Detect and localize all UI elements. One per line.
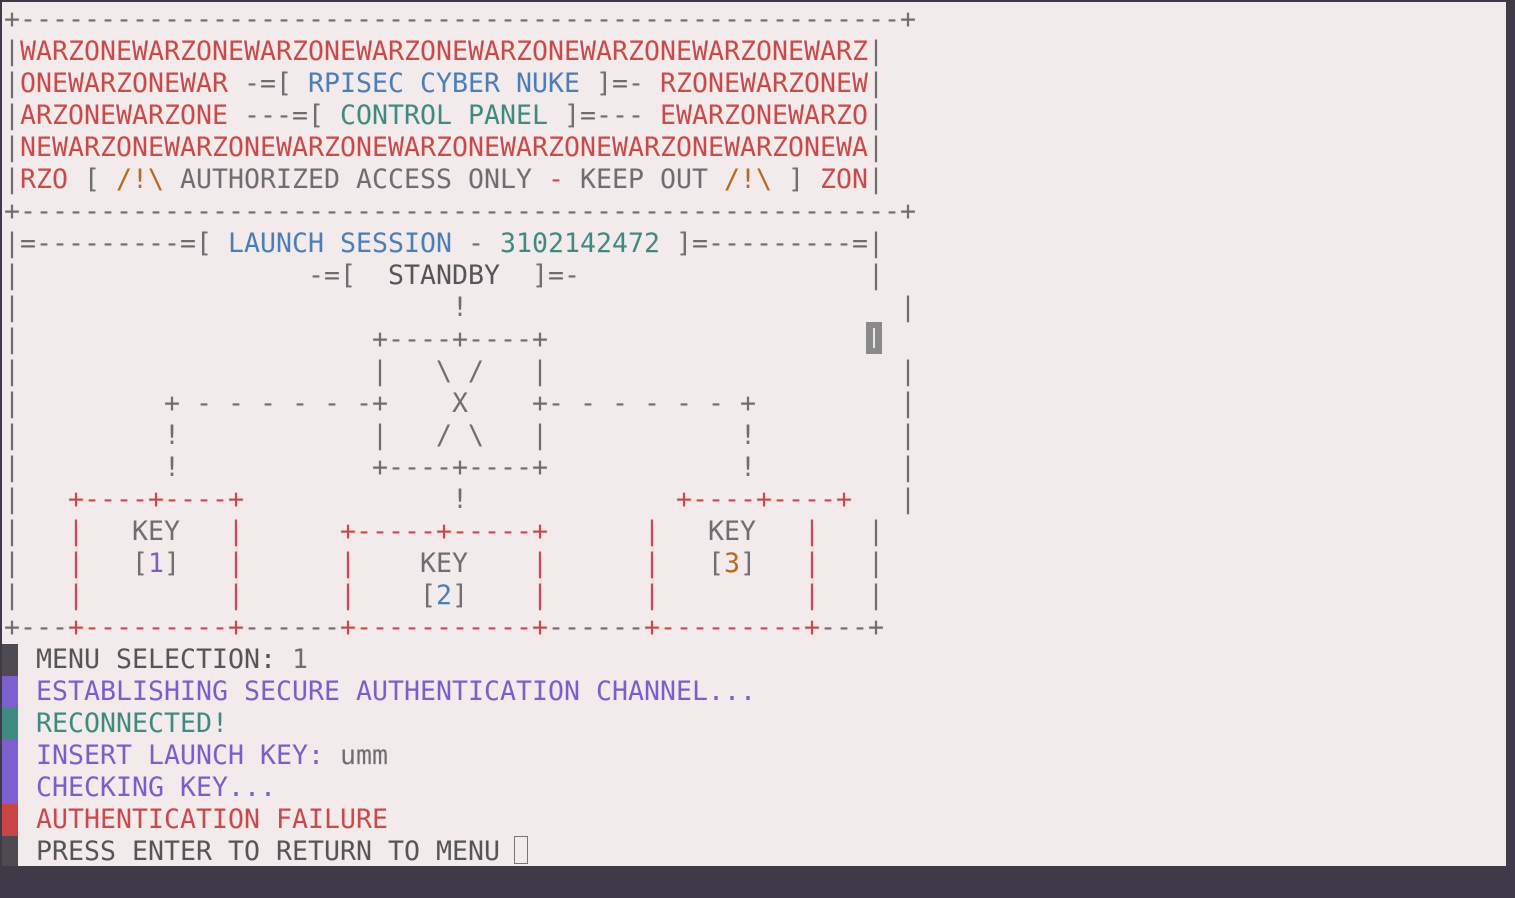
access-warning-text: AUTHORIZED ACCESS ONLY [164, 164, 548, 195]
diagram-row: | + - - - - - -+ X +- - - - - - + | [4, 388, 916, 419]
app-subtitle: CONTROL PANEL [340, 100, 548, 131]
key-1-label: KEY [84, 516, 229, 547]
line-marker [2, 644, 18, 676]
banner-warzone-text: WARZONEWARZONEWARZONEWARZONEWARZONEWARZO… [20, 36, 868, 67]
line-marker [2, 740, 18, 772]
diagram-row: | | | | [2] | | | | [4, 580, 884, 611]
launch-key-input: umm [339, 740, 388, 771]
key-3-label: KEY [659, 516, 804, 547]
session-id: 3102142472 [500, 228, 661, 259]
line-marker [2, 836, 18, 866]
checking-key-line: CHECKING KEY... [36, 772, 276, 803]
diagram-row: | +----+----+ [4, 324, 900, 355]
line-marker [2, 804, 18, 836]
session-label: LAUNCH SESSION [227, 228, 452, 259]
diagram-row: | ! | [4, 292, 916, 323]
app-title: RPISEC CYBER NUKE [308, 68, 580, 99]
diagram-row: | ! +----+----+ ! | [4, 452, 916, 483]
reconnected-line: RECONNECTED! [36, 708, 228, 739]
key-3-number: 3 [723, 548, 740, 579]
authentication-failure-line: AUTHENTICATION FAILURE [36, 804, 388, 835]
banner-line-1: |WARZONEWARZONEWARZONEWARZONEWARZONEWARZ… [4, 36, 884, 67]
warning-icon: /!\ [116, 164, 165, 195]
terminal-window[interactable]: +---------------------------------------… [2, 2, 1506, 866]
line-marker [2, 676, 18, 708]
diagram-row: | ! | / \ | ! | [4, 420, 916, 451]
diagram-row: | | \ / | | [4, 356, 916, 387]
line-marker [2, 708, 18, 740]
press-enter-prompt: PRESS ENTER TO RETURN TO MENU [36, 836, 516, 866]
banner-border-top: +---------------------------------------… [4, 4, 916, 35]
diagram-row: | | [1] | | KEY | | [3] | | [4, 548, 884, 579]
session-status-line: | -=[ STANDBY ]=- | [4, 260, 884, 291]
line-marker [2, 772, 18, 804]
status-badge: STANDBY [387, 260, 501, 291]
session-header: |=---------=[ LAUNCH SESSION - 310214247… [4, 228, 884, 259]
key-2-label: KEY [356, 548, 532, 579]
menu-selection-line: MENU SELECTION: 1 [36, 644, 308, 675]
diagram-row: | | KEY | +-----+-----+ | KEY | | [4, 516, 884, 547]
diagram-row: +---+---------+------+-----------+------… [4, 612, 884, 643]
menu-selection-value: 1 [291, 644, 308, 675]
key-1-number: 1 [148, 548, 165, 579]
diagram-row: | +----+----+ ! +----+----+ | [4, 484, 916, 515]
banner-line-2: |ONEWARZONEWAR -=[ RPISEC CYBER NUKE ]=-… [4, 68, 884, 99]
banner-warning-line: |RZO [ /!\ AUTHORIZED ACCESS ONLY - KEEP… [4, 164, 884, 195]
scrollbar-thumb[interactable] [866, 322, 882, 354]
banner-line-3: |ARZONEWARZONE ---=[ CONTROL PANEL ]=---… [4, 100, 884, 131]
banner-border-bottom: +---------------------------------------… [4, 196, 916, 227]
key-2-number: 2 [435, 580, 453, 611]
banner-line-4: |NEWARZONEWARZONEWARZONEWARZONEWARZONEWA… [4, 132, 884, 163]
terminal-cursor[interactable] [514, 836, 528, 864]
establishing-channel-line: ESTABLISHING SECURE AUTHENTICATION CHANN… [36, 676, 756, 707]
insert-key-line: INSERT LAUNCH KEY: umm [36, 740, 388, 771]
warning-icon: /!\ [723, 164, 772, 195]
